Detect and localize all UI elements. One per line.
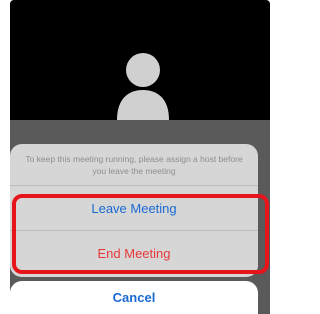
action-sheet-message: To keep this meeting running, please ass… — [10, 144, 258, 186]
phone-frame: To keep this meeting running, please ass… — [0, 0, 271, 314]
end-meeting-button[interactable]: End Meeting — [10, 231, 258, 276]
action-sheet: To keep this meeting running, please ass… — [10, 144, 258, 277]
leave-meeting-button[interactable]: Leave Meeting — [10, 186, 258, 231]
cancel-button[interactable]: Cancel — [10, 281, 258, 314]
user-avatar-icon — [117, 53, 169, 120]
